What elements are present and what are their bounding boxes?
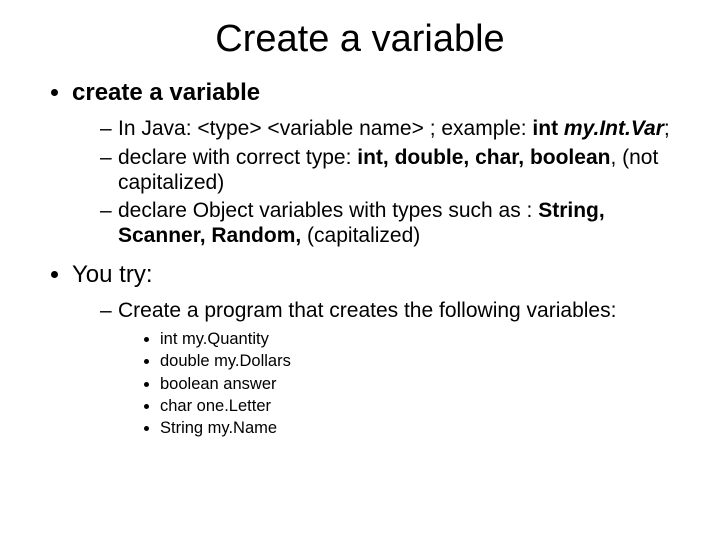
text: declare with correct type: [118,146,357,169]
slide: Create a variable create a variable In J… [0,0,720,540]
subbullet-primitive-types: declare with correct type: int, double, … [100,146,684,196]
text: In Java: <type> <variable name> ; exampl… [118,117,532,140]
bullet-list-level3: int my.Quantity double my.Dollars boolea… [118,330,684,439]
text: Create a program that creates the follow… [118,299,616,322]
bullet-list-level1: create a variable In Java: <type> <varia… [36,79,684,439]
var-item: String my.Name [160,419,684,438]
text: declare Object variables with types such… [118,199,538,222]
text: ; [664,117,670,140]
var-item: boolean answer [160,375,684,394]
var-item: char one.Letter [160,397,684,416]
text-bold: int, double, char, boolean [357,146,610,169]
var-item: double my.Dollars [160,352,684,371]
bullet-you-try: You try: Create a program that creates t… [72,261,684,439]
bullet-create-variable: create a variable In Java: <type> <varia… [72,79,684,249]
text-italic: my.Int.Var [564,117,664,140]
text: (capitalized) [301,224,420,247]
bullet-list-level2: Create a program that creates the follow… [72,299,684,439]
text-bold: int [532,117,558,140]
subbullet-java-syntax: In Java: <type> <variable name> ; exampl… [100,117,684,142]
bullet-label: create a variable [72,79,260,106]
bullet-list-level2: In Java: <type> <variable name> ; exampl… [72,117,684,249]
bullet-label: You try: [72,261,153,288]
slide-title: Create a variable [36,18,684,61]
subbullet-create-program: Create a program that creates the follow… [100,299,684,439]
var-item: int my.Quantity [160,330,684,349]
subbullet-object-types: declare Object variables with types such… [100,199,684,249]
